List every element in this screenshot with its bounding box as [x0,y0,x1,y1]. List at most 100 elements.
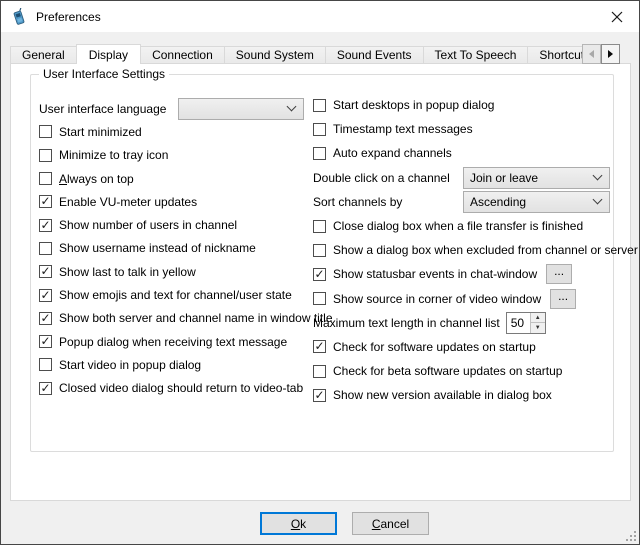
dropdown-value: Join or leave [470,171,594,185]
checkbox-label: Show new version available in dialog box [333,388,552,402]
checkbox[interactable] [39,312,52,325]
checkbox[interactable] [313,123,326,136]
right-column: Start desktops in popup dialog Timestamp… [313,93,610,407]
spinbox-buttons [530,313,545,333]
checkbox-row: Popup dialog when receiving text message [39,330,304,353]
tab[interactable]: Sound System [224,46,326,64]
checkbox-label: Close dialog box when a file transfer is… [333,219,583,233]
checkbox-row: Close dialog box when a file transfer is… [313,214,610,238]
more-options-button[interactable]: ... [550,289,576,309]
checkbox[interactable] [39,358,52,371]
spinbox-label: Maximum text length in channel list [313,316,500,330]
tab-label: Sound Events [337,48,412,62]
app-icon [10,8,28,26]
language-dropdown[interactable] [178,98,304,120]
tab-bar: General Display Connection Sound System … [10,44,632,64]
resize-grip[interactable] [626,531,636,541]
checkbox[interactable] [39,382,52,395]
checkbox-row: Always on top [39,167,304,190]
ok-button[interactable]: Ok [260,512,337,535]
tab-scroll-left-button[interactable] [582,44,601,64]
checkbox[interactable] [39,149,52,162]
checkbox-label: Show statusbar events in chat-window [333,267,537,281]
checkbox[interactable] [313,268,326,281]
language-row: User interface language [39,97,304,120]
tab-label: Display [89,48,128,62]
checkbox[interactable] [39,335,52,348]
checkbox[interactable] [313,220,326,233]
select-label: Double click on a channel [313,171,450,185]
tab-label: Text To Speech [435,48,517,62]
tab-label: Connection [152,48,213,62]
checkbox-label: Show emojis and text for channel/user st… [59,288,292,302]
checkbox-row: Show last to talk in yellow [39,260,304,283]
tab[interactable]: Display [76,44,141,64]
checkbox-label: Check for software updates on startup [333,340,536,354]
close-icon [611,11,623,23]
checkbox-label: Show source in corner of video window [333,292,541,306]
checkbox-row: Check for software updates on startup [313,335,610,359]
checkbox-label: Start video in popup dialog [59,358,201,372]
checkbox-label: Auto expand channels [333,146,452,160]
checkbox-row: Show username instead of nickname [39,237,304,260]
checkbox-label: Start minimized [59,125,142,139]
spin-down-button[interactable] [531,323,545,333]
arrow-left-icon [589,50,594,58]
checkbox-label: Popup dialog when receiving text message [59,335,287,349]
tab[interactable]: Sound Events [325,46,424,64]
dropdown[interactable]: Join or leave [463,167,610,189]
window-title: Preferences [36,10,101,24]
display-tab-page: User Interface Settings User interface l… [10,63,631,501]
checkbox-row: Auto expand channels [313,141,610,165]
chevron-down-icon [593,171,603,181]
tab[interactable]: Text To Speech [423,46,529,64]
left-column: User interface language Start minimized … [39,97,304,400]
chevron-down-icon [593,195,603,205]
arrow-right-icon [608,50,613,58]
tab-strip: General Display Connection Sound System … [10,44,594,64]
checkbox[interactable] [313,99,326,112]
checkbox[interactable] [39,125,52,138]
checkbox[interactable] [313,365,326,378]
checkbox[interactable] [39,172,52,185]
checkbox[interactable] [313,340,326,353]
checkbox-row: Show emojis and text for channel/user st… [39,283,304,306]
checkbox-label: Enable VU-meter updates [59,195,197,209]
checkbox[interactable] [39,242,52,255]
checkbox-row: Minimize to tray icon [39,144,304,167]
checkbox-more-row: Show statusbar events in chat-window ... [313,262,610,286]
checkbox-row: Check for beta software updates on start… [313,359,610,383]
checkbox[interactable] [313,147,326,160]
titlebar[interactable]: Preferences [1,1,639,32]
checkbox[interactable] [39,219,52,232]
more-options-button[interactable]: ... [546,264,572,284]
tab[interactable]: Connection [140,46,225,64]
cancel-button[interactable]: Cancel [352,512,429,535]
checkbox[interactable] [39,289,52,302]
tab[interactable]: General [10,46,77,64]
spin-up-button[interactable] [531,313,545,324]
checkbox[interactable] [39,265,52,278]
checkbox[interactable] [313,244,326,257]
chevron-down-icon [287,102,297,112]
checkbox-row: Start minimized [39,120,304,143]
checkbox-row: Start desktops in popup dialog [313,93,610,117]
spinbox[interactable]: 50 [506,312,546,334]
checkbox[interactable] [313,389,326,402]
close-button[interactable] [594,1,639,32]
spinbox-row: Maximum text length in channel list 50 [313,311,610,335]
checkbox-label: Start desktops in popup dialog [333,98,494,112]
checkbox-more-row: Show source in corner of video window ..… [313,287,610,311]
checkbox[interactable] [313,292,326,305]
dropdown-value: Ascending [470,195,594,209]
checkbox-label: Check for beta software updates on start… [333,364,562,378]
checkbox-label: Show username instead of nickname [59,241,256,255]
checkbox-label: Show number of users in channel [59,218,237,232]
checkbox[interactable] [39,195,52,208]
checkbox-label: Timestamp text messages [333,122,473,136]
tab-label: Sound System [236,48,314,62]
tab-scroll-right-button[interactable] [601,44,620,64]
dropdown[interactable]: Ascending [463,191,610,213]
language-label: User interface language [39,102,166,116]
checkbox-label: Show a dialog box when excluded from cha… [333,243,638,257]
